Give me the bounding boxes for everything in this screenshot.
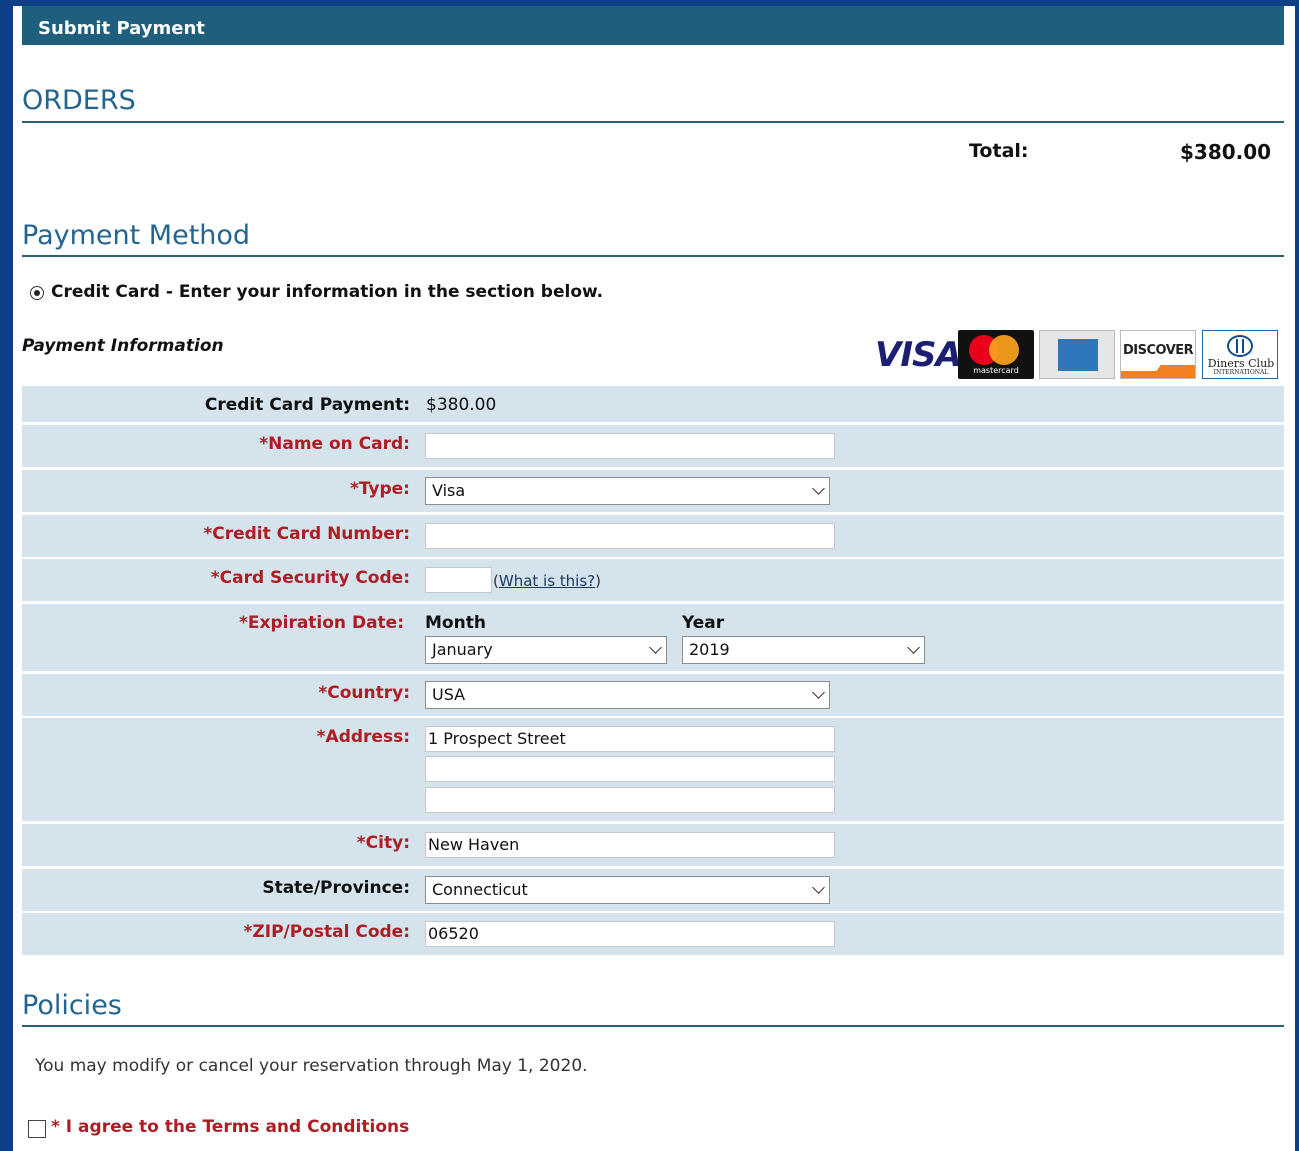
credit-card-payment-label: Credit Card Payment: (204, 395, 410, 415)
form-row-name: *Name on Card: (22, 425, 1284, 467)
mastercard-orange-circle (989, 335, 1019, 365)
amex-logo-mark (1058, 339, 1098, 371)
mastercard-logo-text: mastercard (973, 366, 1019, 375)
expiration-year-value: 2019 (689, 640, 730, 659)
payment-method-title: Payment Method (22, 220, 251, 251)
expiration-year-label: Year (682, 613, 725, 633)
form-row-payment: Credit Card Payment: $380.00 (22, 386, 1284, 422)
chevron-down-icon (812, 482, 825, 495)
diners-club-logo: Diners Club INTERNATIONAL (1202, 330, 1278, 379)
city-label: *City: (356, 833, 410, 853)
amex-logo (1039, 330, 1115, 379)
state-province-value: Connecticut (432, 880, 528, 899)
what-is-this-link[interactable]: (What is this?) (493, 572, 601, 590)
submit-payment-header: Submit Payment (22, 6, 1284, 45)
agree-terms-label[interactable]: * I agree to the Terms and Conditions (51, 1117, 409, 1137)
address-label: *Address: (316, 727, 410, 747)
country-select[interactable]: USA (425, 681, 830, 709)
mastercard-logo: mastercard (958, 330, 1034, 379)
chevron-down-icon (907, 641, 920, 654)
orders-title: ORDERS (22, 85, 136, 116)
form-row-card-number: *Credit Card Number: (22, 515, 1284, 557)
policy-text: You may modify or cancel your reservatio… (35, 1056, 588, 1076)
total-value: $380.00 (1180, 140, 1272, 164)
orders-divider (22, 121, 1284, 123)
payment-page: Submit Payment ORDERS Total: $380.00 Pay… (13, 6, 1295, 1151)
what-is-this-link-text[interactable]: What is this? (499, 572, 595, 590)
form-row-state: State/Province: Connecticut (22, 869, 1284, 911)
policies-title: Policies (22, 990, 122, 1021)
form-row-type: *Type: Visa (22, 470, 1284, 512)
visa-logo-text: VISA (875, 335, 962, 375)
credit-card-number-label: *Credit Card Number: (203, 524, 410, 544)
agree-terms-checkbox[interactable] (28, 1120, 46, 1138)
card-type-label: *Type: (349, 479, 410, 499)
address-line3-input[interactable] (425, 787, 835, 813)
country-label: *Country: (318, 683, 410, 703)
credit-card-radio[interactable] (30, 286, 44, 300)
city-input[interactable]: New Haven (425, 832, 835, 858)
country-value: USA (432, 685, 466, 704)
chevron-down-icon (812, 881, 825, 894)
zip-postal-code-label: *ZIP/Postal Code: (243, 922, 410, 942)
form-row-security-code: *Card Security Code: (What is this?) (22, 559, 1284, 601)
name-on-card-label: *Name on Card: (259, 434, 410, 454)
header-title: Submit Payment (38, 18, 205, 39)
form-row-address: *Address: 1 Prospect Street (22, 718, 1284, 821)
form-row-city: *City: New Haven (22, 824, 1284, 866)
diners-club-logo-subtext: INTERNATIONAL (1213, 369, 1269, 376)
expiration-date-label: *Expiration Date: (238, 613, 404, 633)
form-row-country: *Country: USA (22, 674, 1284, 716)
discover-logo-text: DISCOVER (1123, 343, 1194, 358)
credit-card-option-label[interactable]: Credit Card - Enter your information in … (51, 282, 603, 302)
address-line1-input[interactable]: 1 Prospect Street (425, 726, 835, 752)
expiration-year-select[interactable]: 2019 (682, 636, 925, 664)
card-type-value: Visa (432, 481, 466, 500)
expiration-month-value: January (432, 640, 493, 659)
total-label: Total: (969, 140, 1029, 162)
name-on-card-input[interactable] (425, 433, 835, 459)
zip-postal-code-input[interactable]: 06520 (425, 921, 835, 947)
payment-information-heading: Payment Information (22, 336, 224, 356)
state-province-label: State/Province: (262, 878, 410, 898)
credit-card-payment-value: $380.00 (426, 395, 497, 415)
visa-logo: VISA (875, 330, 962, 379)
form-row-zip: *ZIP/Postal Code: 06520 (22, 913, 1284, 955)
expiration-month-label: Month (425, 613, 486, 633)
chevron-down-icon (649, 641, 662, 654)
form-row-expiration: *Expiration Date: Month Year January 201… (22, 604, 1284, 671)
card-security-code-input[interactable] (425, 567, 492, 593)
policies-divider (22, 1025, 1284, 1027)
credit-card-number-input[interactable] (425, 523, 835, 549)
card-security-code-label: *Card Security Code: (210, 568, 410, 588)
address-line2-input[interactable] (425, 756, 835, 782)
diners-club-ring-icon (1227, 335, 1253, 357)
payment-method-divider (22, 255, 1284, 257)
discover-logo: DISCOVER (1120, 330, 1196, 379)
discover-logo-bar (1121, 371, 1195, 378)
card-type-select[interactable]: Visa (425, 477, 830, 505)
expiration-month-select[interactable]: January (425, 636, 667, 664)
chevron-down-icon (812, 686, 825, 699)
state-province-select[interactable]: Connecticut (425, 876, 830, 904)
